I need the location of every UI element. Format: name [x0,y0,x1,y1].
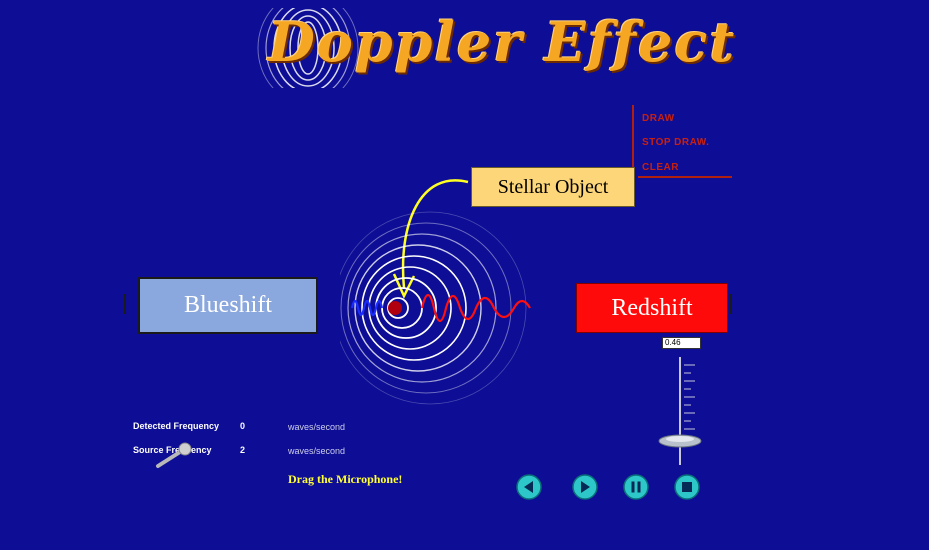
blue-wave [350,299,384,317]
wavefront-graphic [340,211,531,405]
play-button[interactable] [572,474,598,500]
source-frequency-unit: waves/second [288,446,346,456]
clear-button[interactable]: CLEAR [642,162,679,173]
rewind-button[interactable] [516,474,542,500]
stellar-object-dot [388,301,402,315]
draw-button[interactable]: DRAW [642,113,675,124]
drag-microphone-hint: Drag the Microphone! [288,472,403,486]
redshift-edge-mark [730,294,732,314]
speed-slider[interactable] [655,355,705,470]
app-title: Doppler Effect [268,10,737,74]
stop-button[interactable] [674,474,700,500]
red-wave [420,293,531,323]
detected-frequency-value: 0 [240,421,246,431]
microphone-icon[interactable] [152,438,202,472]
detected-frequency-label: Detected Frequency [133,421,220,431]
source-frequency-value: 2 [240,445,246,455]
blueshift-box: Blueshift [138,277,318,334]
redshift-box: Redshift [576,283,728,333]
pause-button[interactable] [623,474,649,500]
speed-value-field[interactable]: 0.46 [662,337,701,349]
stellar-object-label: Stellar Object [471,167,635,207]
draw-menu: DRAW STOP DRAW. CLEAR [630,105,735,180]
doppler-stage: Doppler Effect DRAW STOP DRAW. CLEAR Ste… [0,0,929,550]
menu-divider-horizontal [638,176,732,178]
detected-frequency-unit: waves/second [288,422,346,432]
stop-draw-button[interactable]: STOP DRAW. [642,137,709,148]
blueshift-edge-mark [124,294,126,314]
